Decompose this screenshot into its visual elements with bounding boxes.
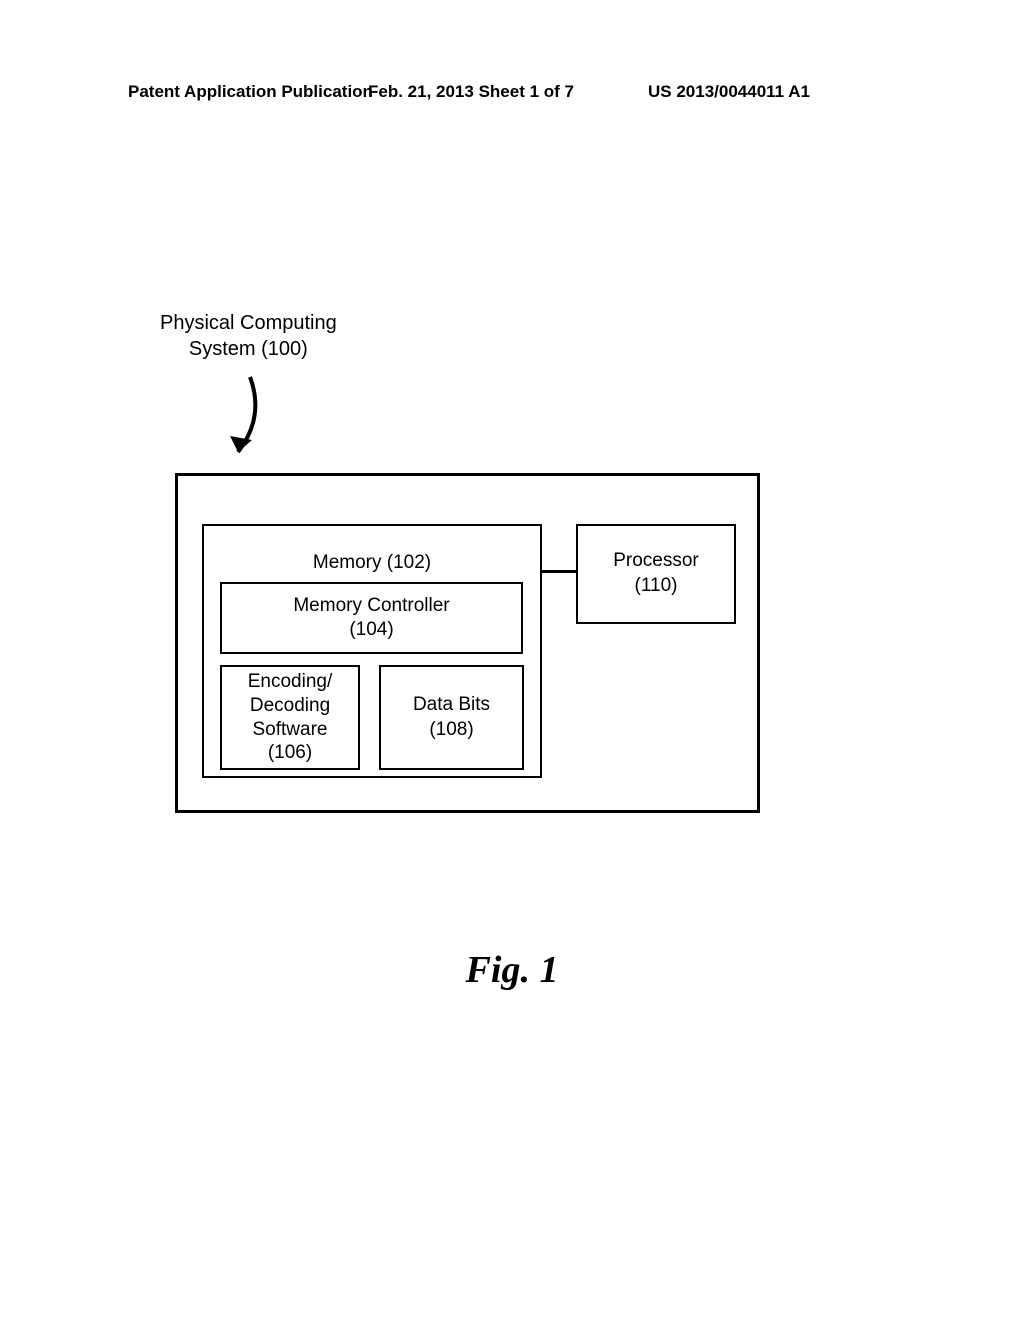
data-line2: (108) <box>381 718 522 743</box>
data-line1: Data Bits <box>381 693 522 718</box>
memcont-line1: Memory Controller <box>222 594 521 618</box>
enc-line4: (106) <box>222 741 358 765</box>
memory-processor-connector <box>542 570 576 573</box>
system-label-line1: Physical Computing <box>160 312 337 334</box>
memory-controller-box: Memory Controller (104) <box>220 582 523 654</box>
data-bits-box: Data Bits (108) <box>379 665 524 770</box>
enc-line3: Software <box>222 718 358 742</box>
pointer-arrow-icon <box>210 372 280 472</box>
header-left: Patent Application Publication <box>128 82 373 102</box>
processor-box: Processor (110) <box>576 524 736 624</box>
header-right: US 2013/0044011 A1 <box>648 82 810 102</box>
figure-label: Fig. 1 <box>0 948 1024 992</box>
memory-title: Memory (102) <box>204 552 540 574</box>
system-label: Physical Computing System (100) <box>160 310 337 362</box>
proc-line1: Processor <box>578 549 734 574</box>
enc-line2: Decoding <box>222 694 358 718</box>
header-center: Feb. 21, 2013 Sheet 1 of 7 <box>368 82 574 102</box>
system-label-line2: System (100) <box>189 338 308 360</box>
memcont-line2: (104) <box>222 618 521 642</box>
encoding-decoding-box: Encoding/ Decoding Software (106) <box>220 665 360 770</box>
proc-line2: (110) <box>578 574 734 599</box>
enc-line1: Encoding/ <box>222 670 358 694</box>
